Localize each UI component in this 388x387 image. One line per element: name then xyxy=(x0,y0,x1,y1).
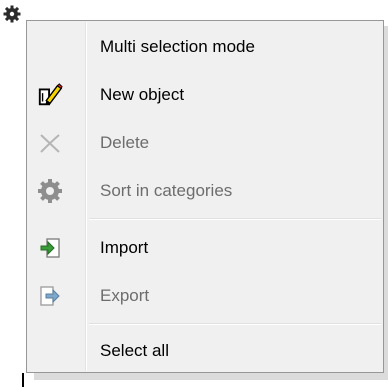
settings-gear-icon[interactable] xyxy=(3,5,21,23)
delete-x-icon xyxy=(37,130,63,156)
menu-item-new-object[interactable]: New object xyxy=(29,71,381,119)
menu-item-import[interactable]: Import xyxy=(29,224,381,272)
menu-item-multi-selection-mode[interactable]: Multi selection mode xyxy=(29,23,381,71)
menu-item-label: Import xyxy=(100,238,149,257)
menu-item-label: Sort in categories xyxy=(100,181,233,200)
menu-item-label: Delete xyxy=(100,133,150,152)
export-arrow-icon xyxy=(37,283,63,309)
menu-item-label: New object xyxy=(100,85,185,104)
menu-item-label: Select all xyxy=(100,341,169,360)
menu-item-label: Multi selection mode xyxy=(100,37,255,56)
menu-separator xyxy=(89,323,381,325)
menu-item-export[interactable]: Export xyxy=(29,272,381,320)
screen: Multi selection mode New object Delete S… xyxy=(0,0,388,387)
background-edge xyxy=(22,373,24,387)
menu-item-sort-in-categories[interactable]: Sort in categories xyxy=(29,167,381,215)
menu-item-label: Export xyxy=(100,286,150,305)
pencil-document-icon xyxy=(37,82,63,108)
gear-icon xyxy=(37,178,63,204)
menu-item-select-all[interactable]: Select all xyxy=(29,327,381,375)
menu-separator xyxy=(89,218,381,220)
context-menu: Multi selection mode New object Delete S… xyxy=(26,20,384,373)
menu-item-delete[interactable]: Delete xyxy=(29,119,381,167)
import-arrow-icon xyxy=(37,235,63,261)
